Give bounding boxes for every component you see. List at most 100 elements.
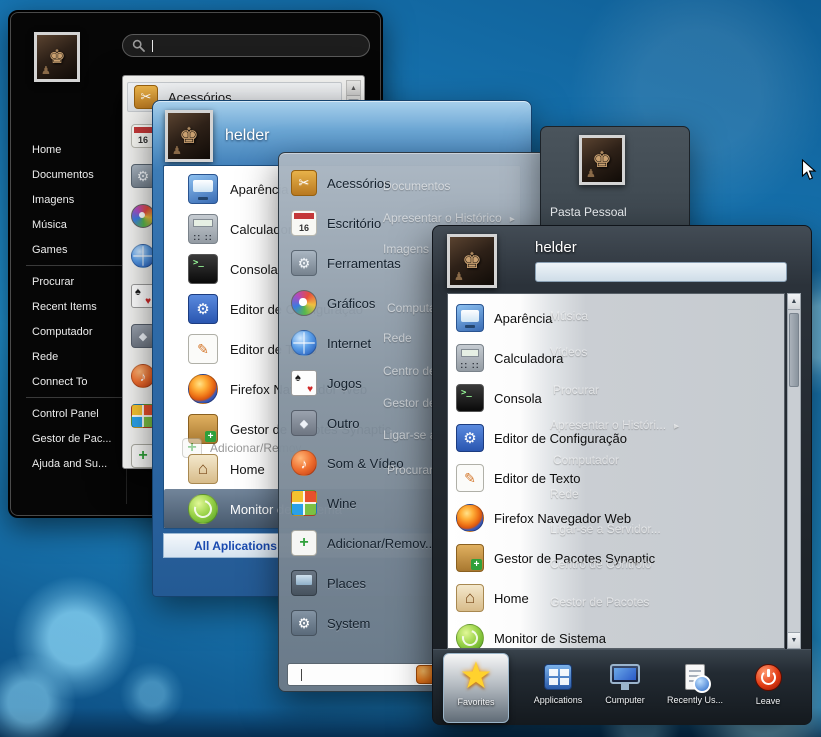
ghost-menu-item: Documentos xyxy=(383,179,450,193)
menu-item-monitor-sistema[interactable]: Monitor de Sistema xyxy=(448,618,784,649)
search-input[interactable] xyxy=(287,663,439,686)
sidebar-item-ajuda[interactable]: Ajuda and Su... xyxy=(32,452,126,477)
menu-item-label: Aparência xyxy=(494,311,553,326)
menu-item-label: Wine xyxy=(327,496,357,511)
sidebar-item-procurar[interactable]: Procurar xyxy=(32,270,126,295)
user-avatar xyxy=(34,32,80,82)
sidebar-item-computador[interactable]: Computador xyxy=(32,320,126,345)
ghost-menu-item: Procurar xyxy=(387,463,433,477)
menu-item-label: Acessórios xyxy=(327,176,391,191)
places-icon xyxy=(291,570,317,596)
user-avatar xyxy=(165,110,213,162)
sidebar-item-gestor-pacotes[interactable]: Gestor de Pac... xyxy=(32,427,126,452)
games-icon xyxy=(291,370,317,396)
calculator-icon xyxy=(456,344,484,372)
kickoff-start-menu: helder Aparência Calculadora Consola Edi… xyxy=(432,225,812,725)
home-icon xyxy=(456,584,484,612)
tab-favorites[interactable]: Favorites xyxy=(443,653,509,723)
tab-leave[interactable]: Leave xyxy=(736,664,800,706)
menu-item-label: Adicionar/Remov... xyxy=(327,536,436,551)
ghost-menu-item: Música xyxy=(550,309,588,323)
tab-label: Cumputer xyxy=(605,695,645,705)
menu-item-label: Consola xyxy=(494,391,542,406)
divider xyxy=(26,265,122,266)
ghost-menu-item: Imagens xyxy=(383,242,429,256)
other-icon xyxy=(291,410,317,436)
config-editor-icon xyxy=(188,294,218,324)
tab-computer[interactable]: Cumputer xyxy=(593,664,657,705)
ghost-menu-item: Gestor de Pacotes xyxy=(550,595,649,609)
home-icon xyxy=(188,454,218,484)
menu-item-label: Monitor de Sistema xyxy=(494,631,606,646)
config-editor-icon xyxy=(456,424,484,452)
desktop: Home Documentos Imagens Música Games Pro… xyxy=(0,0,821,737)
internet-icon xyxy=(291,330,317,356)
calculator-icon xyxy=(188,214,218,244)
scroll-up-button[interactable] xyxy=(347,81,360,96)
sidebar-item-control-panel[interactable]: Control Panel xyxy=(32,402,126,427)
synaptic-icon xyxy=(456,544,484,572)
text-editor-icon xyxy=(188,334,218,364)
menu-item-label: Gráficos xyxy=(327,296,375,311)
divider xyxy=(26,397,122,398)
tab-recently-used[interactable]: Recently Us... xyxy=(663,664,727,705)
ghost-menu-item: Centro de Controlo xyxy=(550,557,651,571)
terminal-icon xyxy=(188,254,218,284)
search-input[interactable] xyxy=(535,262,787,282)
scrollbar-thumb[interactable] xyxy=(789,313,799,387)
ghost-menu-item: Computador xyxy=(553,453,619,467)
text-caret xyxy=(152,40,153,52)
star-icon xyxy=(459,654,492,696)
sidebar-item-documentos[interactable]: Documentos xyxy=(32,163,126,188)
accessories-icon xyxy=(291,170,317,196)
ghost-menu-item: Rede xyxy=(550,487,579,501)
user-avatar xyxy=(579,135,625,185)
sidebar-item-musica[interactable]: Música xyxy=(32,213,126,238)
menu-item-calculadora[interactable]: Calculadora xyxy=(448,338,784,378)
applications-icon xyxy=(544,664,572,690)
ghost-menu-item: Procurar xyxy=(553,383,599,397)
tab-label: Recently Us... xyxy=(667,695,723,705)
sidebar-item-rede[interactable]: Rede xyxy=(32,345,126,370)
system-monitor-icon xyxy=(188,494,218,524)
menu-item-label: Internet xyxy=(327,336,371,351)
add-remove-icon xyxy=(291,530,317,556)
ghost-menu-item: Rede xyxy=(383,331,412,345)
menu-item-consola[interactable]: Consola xyxy=(448,378,784,418)
menu-item-label: Editor de Configuração xyxy=(494,431,627,446)
sidebar-item-games[interactable]: Games xyxy=(32,238,126,263)
menu-item-label: Ferramentas xyxy=(327,256,401,271)
search-icon xyxy=(132,39,145,52)
scroll-down-button[interactable] xyxy=(788,632,800,648)
search-input[interactable] xyxy=(122,34,370,57)
user-name: helder xyxy=(535,239,577,256)
sound-video-icon xyxy=(291,450,317,476)
appearance-icon xyxy=(456,304,484,332)
menu-item-label: Places xyxy=(327,576,366,591)
sidebar-item-home[interactable]: Home xyxy=(32,138,126,163)
chevron-right-icon xyxy=(666,418,679,432)
scrollbar[interactable] xyxy=(787,293,801,649)
user-name: helder xyxy=(225,127,269,145)
menu-item-label: Home xyxy=(494,591,529,606)
menu-item-label: Consola xyxy=(230,262,278,277)
menu-item-label: Jogos xyxy=(327,376,362,391)
firefox-icon xyxy=(188,374,218,404)
terminal-icon xyxy=(456,384,484,412)
tab-label: Applications xyxy=(534,695,583,705)
power-icon xyxy=(755,664,782,691)
sidebar-item-connect-to[interactable]: Connect To xyxy=(32,370,126,395)
sidebar-item-recent-items[interactable]: Recent Items xyxy=(32,295,126,320)
menu-item-label: Escritório xyxy=(327,216,381,231)
sidebar-item-imagens[interactable]: Imagens xyxy=(32,188,126,213)
scroll-up-button[interactable] xyxy=(788,294,800,310)
menu-item-aparencia[interactable]: Aparência xyxy=(448,298,784,338)
menu-title: Pasta Pessoal xyxy=(550,205,627,219)
office-icon xyxy=(291,210,317,236)
user-avatar xyxy=(447,234,497,288)
appearance-icon xyxy=(188,174,218,204)
menu-item-label: Editor de Texto xyxy=(494,471,580,486)
firefox-icon xyxy=(456,504,484,532)
tab-applications[interactable]: Applications xyxy=(526,664,590,705)
system-monitor-icon xyxy=(456,624,484,649)
